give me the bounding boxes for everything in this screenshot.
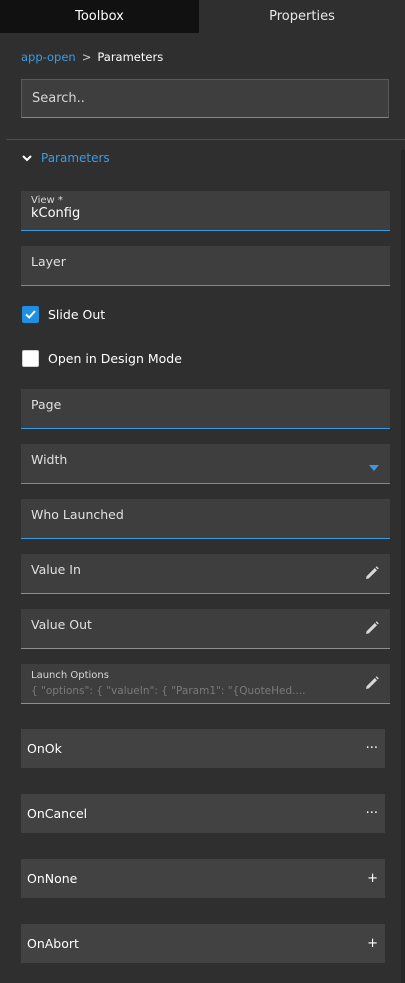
caret-down-icon[interactable] <box>369 465 379 471</box>
pencil-icon[interactable] <box>365 566 379 580</box>
design-mode-label: Open in Design Mode <box>48 351 182 366</box>
panel-tabs: Toolbox Properties <box>0 0 405 33</box>
tab-toolbox[interactable]: Toolbox <box>0 0 199 33</box>
view-label: View * <box>31 195 63 206</box>
event-label: OnAbort <box>27 936 79 951</box>
event-onabort[interactable]: OnAbort + <box>21 924 385 963</box>
slide-out-label: Slide Out <box>48 307 106 322</box>
breadcrumb-link-app-open[interactable]: app-open <box>21 50 76 64</box>
event-label: OnNone <box>27 871 78 886</box>
page-field[interactable]: Page <box>21 389 390 429</box>
tab-properties[interactable]: Properties <box>199 0 405 33</box>
more-icon[interactable]: ··· <box>366 741 378 756</box>
chevron-down-icon <box>22 155 32 162</box>
breadcrumb-separator: > <box>81 50 92 64</box>
breadcrumb-current: Parameters <box>97 50 164 64</box>
value-out-label: Value Out <box>31 617 92 632</box>
launch-options-label: Launch Options <box>31 670 109 681</box>
layer-label: Layer <box>31 254 66 269</box>
design-mode-checkbox-row[interactable]: Open in Design Mode <box>22 350 182 367</box>
value-in-label: Value In <box>31 562 81 577</box>
page-label: Page <box>31 397 62 412</box>
event-label: OnCancel <box>27 806 88 821</box>
section-title: Parameters <box>41 151 110 165</box>
event-oncancel[interactable]: OnCancel ··· <box>21 794 385 833</box>
view-value: kConfig <box>31 206 81 221</box>
event-onok[interactable]: OnOk ··· <box>21 729 385 768</box>
launch-options-field[interactable]: Launch Options { "options": { "valueIn":… <box>21 664 390 704</box>
search-input[interactable] <box>21 79 389 118</box>
value-in-field[interactable]: Value In <box>21 554 390 594</box>
launch-options-value: { "options": { "valueIn": { "Param1": "{… <box>31 685 306 697</box>
divider <box>6 139 405 140</box>
add-icon[interactable]: + <box>367 871 378 886</box>
value-out-field[interactable]: Value Out <box>21 609 390 649</box>
scrollbar[interactable] <box>401 150 405 983</box>
event-label: OnOk <box>27 741 62 756</box>
who-launched-field[interactable]: Who Launched <box>21 499 390 539</box>
more-icon[interactable]: ··· <box>366 806 378 821</box>
breadcrumb: app-open > Parameters <box>21 50 163 64</box>
pencil-icon[interactable] <box>365 621 379 635</box>
pencil-icon[interactable] <box>365 676 379 690</box>
add-icon[interactable]: + <box>367 936 378 951</box>
slide-out-checkbox[interactable] <box>22 306 39 323</box>
section-header-parameters[interactable]: Parameters <box>21 151 110 165</box>
event-onnone[interactable]: OnNone + <box>21 859 385 898</box>
layer-field[interactable]: Layer <box>21 246 390 286</box>
view-field[interactable]: View * kConfig <box>21 191 390 231</box>
check-icon <box>25 310 36 319</box>
slide-out-checkbox-row[interactable]: Slide Out <box>22 306 105 323</box>
width-select[interactable]: Width <box>21 444 390 484</box>
design-mode-checkbox[interactable] <box>22 350 39 367</box>
width-label: Width <box>31 452 68 467</box>
who-launched-label: Who Launched <box>31 507 124 522</box>
